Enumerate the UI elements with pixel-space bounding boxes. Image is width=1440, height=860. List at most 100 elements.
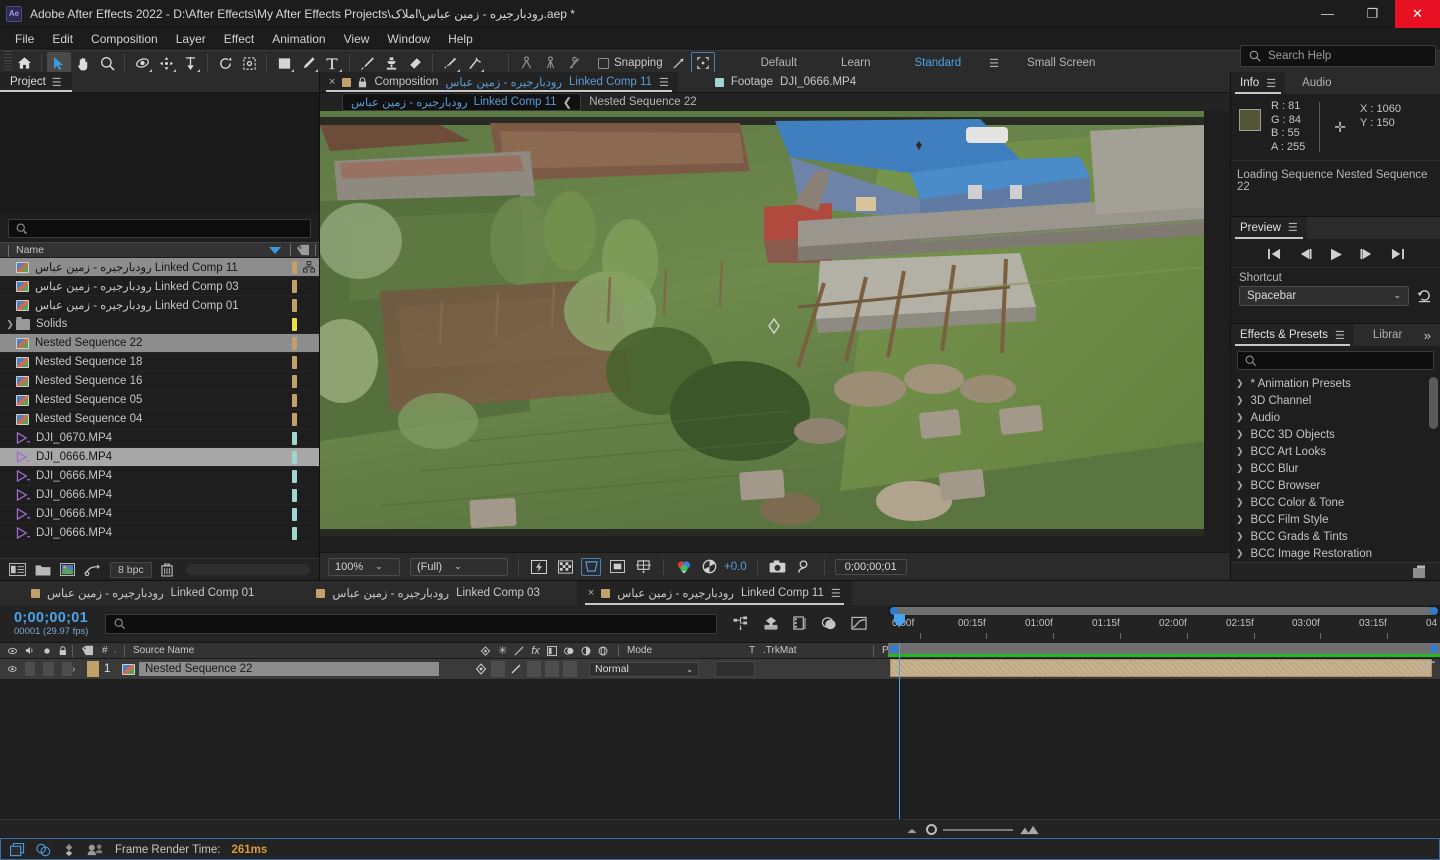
- effects-category-item[interactable]: ❯ BCC Film Style: [1231, 511, 1440, 528]
- menu-composition[interactable]: Composition: [82, 28, 167, 50]
- sync-settings-icon[interactable]: [36, 843, 51, 857]
- project-item[interactable]: ❯ Solids: [0, 315, 319, 334]
- project-item-label-color[interactable]: [292, 526, 297, 540]
- playhead-indicator[interactable]: [894, 614, 905, 819]
- menu-help[interactable]: Help: [439, 28, 482, 50]
- first-frame-icon[interactable]: [1267, 248, 1282, 260]
- disclosure-triangle-icon[interactable]: ❯: [1236, 412, 1244, 423]
- selection-tool-icon[interactable]: [47, 52, 71, 74]
- project-item[interactable]: Nested Sequence 16: [0, 372, 319, 391]
- tab-libraries[interactable]: Librar: [1364, 324, 1411, 346]
- project-item[interactable]: DJI_0670.MP4: [0, 429, 319, 448]
- zoom-slider-knob[interactable]: [926, 824, 937, 835]
- timeline-tab-linked-comp-11[interactable]: × رودبارجیره - زمین عباس Linked Comp 11 …: [576, 581, 852, 605]
- workspace-standard[interactable]: Standard: [892, 54, 983, 72]
- disclosure-triangle-icon[interactable]: ❯: [4, 319, 16, 330]
- effects-category-item[interactable]: ❯ BCC Color & Tone: [1231, 494, 1440, 511]
- effects-scrollbar[interactable]: [1429, 377, 1438, 429]
- track-settings-icon[interactable]: [1422, 657, 1436, 671]
- timeline-track-area[interactable]: [888, 614, 1440, 819]
- timeline-zoom-slider[interactable]: [904, 824, 1039, 835]
- disclosure-triangle-icon[interactable]: ❯: [1236, 395, 1244, 406]
- workspace-learn[interactable]: Learn: [819, 54, 892, 72]
- bits-per-channel-button[interactable]: 8 bpc: [110, 561, 152, 578]
- project-item-label-color[interactable]: [292, 279, 297, 293]
- project-item[interactable]: رودبارجیره - زمین عباس Linked Comp 11: [0, 258, 319, 277]
- composition-viewer[interactable]: [320, 111, 1230, 552]
- hand-tool-icon[interactable]: [71, 52, 95, 74]
- preview-panel-menu-icon[interactable]: ☰: [1288, 221, 1298, 234]
- disclosure-triangle-icon[interactable]: ❯: [1236, 429, 1244, 440]
- brush-tool-icon[interactable]: [355, 52, 379, 74]
- show-snapshot-icon[interactable]: [794, 558, 814, 576]
- anchor-point-tool-icon[interactable]: [237, 52, 261, 74]
- workspace-menu-icon[interactable]: ☰: [983, 57, 1005, 70]
- pen-tool-icon[interactable]: [296, 52, 320, 74]
- project-item-label-color[interactable]: [292, 450, 297, 464]
- project-settings-icon[interactable]: [84, 563, 101, 576]
- menu-window[interactable]: Window: [378, 28, 439, 50]
- previous-frame-icon[interactable]: [1298, 248, 1313, 260]
- effects-category-item[interactable]: ❯ BCC 3D Objects: [1231, 426, 1440, 443]
- orbit-tool-icon[interactable]: [130, 52, 154, 74]
- project-item-label-color[interactable]: [292, 507, 297, 521]
- effects-category-item[interactable]: ❯ BCC Blur: [1231, 460, 1440, 477]
- composition-panel-menu-icon[interactable]: ☰: [659, 76, 669, 89]
- menu-view[interactable]: View: [335, 28, 379, 50]
- project-item[interactable]: Nested Sequence 05: [0, 391, 319, 410]
- timeline-panel-menu-icon[interactable]: ☰: [831, 587, 841, 600]
- search-help-input[interactable]: Search Help: [1240, 45, 1436, 67]
- snapping-checkbox[interactable]: [598, 57, 609, 69]
- snapshot-icon[interactable]: [768, 558, 788, 576]
- project-item-label-color[interactable]: [292, 431, 297, 445]
- workspace-default[interactable]: Default: [739, 54, 819, 72]
- workspace-small-screen[interactable]: Small Screen: [1005, 54, 1117, 72]
- last-frame-icon[interactable]: [1390, 248, 1405, 260]
- align-left-icon[interactable]: [514, 52, 538, 74]
- timeline-current-time[interactable]: 0;00;00;01 00001 (29.97 fps): [0, 610, 105, 637]
- effects-category-item[interactable]: ❯ Audio: [1231, 409, 1440, 426]
- tab-effects-presets[interactable]: Effects & Presets ☰: [1231, 324, 1354, 346]
- puppet-icon[interactable]: [62, 843, 76, 857]
- align-right-icon[interactable]: [562, 52, 586, 74]
- effects-overflow-icon[interactable]: »: [1415, 324, 1440, 346]
- dolly-tool-icon[interactable]: [178, 52, 202, 74]
- effects-category-item[interactable]: ❯ 3D Channel: [1231, 392, 1440, 409]
- tab-project[interactable]: Project ☰: [0, 72, 72, 92]
- transparency-grid-icon[interactable]: [555, 558, 575, 576]
- snap-arrow-icon[interactable]: [667, 52, 691, 74]
- project-item[interactable]: Nested Sequence 18: [0, 353, 319, 372]
- interpret-footage-icon[interactable]: [9, 563, 26, 576]
- project-item-label-color[interactable]: [292, 393, 297, 407]
- zoom-in-icon[interactable]: [1019, 824, 1039, 835]
- chevron-left-icon[interactable]: ❮: [563, 95, 573, 109]
- effects-search-input[interactable]: [1237, 351, 1434, 370]
- puppet-pin-tool-icon[interactable]: [462, 52, 486, 74]
- menu-animation[interactable]: Animation: [263, 28, 334, 50]
- mask-visibility-icon[interactable]: [607, 558, 627, 576]
- timeline-ruler[interactable]: 0;00f00:15f01:00f01:15f02:00f02:15f03:00…: [888, 605, 1440, 643]
- effects-category-item[interactable]: ❯ BCC Grads & Tints: [1231, 528, 1440, 545]
- work-area-bar-top[interactable]: [888, 605, 1440, 616]
- new-composition-icon[interactable]: [60, 563, 75, 576]
- timeline-search-input[interactable]: [105, 613, 717, 634]
- resolution-select[interactable]: (Full) ⌄: [410, 557, 508, 576]
- project-item-list[interactable]: رودبارجیره - زمین عباس Linked Comp 11 رود…: [0, 258, 319, 558]
- toggle-guides-icon[interactable]: [633, 558, 653, 576]
- project-zoom-slider[interactable]: [185, 564, 310, 575]
- effects-category-item[interactable]: ❯ * Animation Presets: [1231, 375, 1440, 392]
- disclosure-triangle-icon[interactable]: ❯: [1236, 463, 1244, 474]
- tab-audio[interactable]: Audio: [1293, 72, 1340, 94]
- project-item[interactable]: DJI_0666.MP4: [0, 448, 319, 467]
- project-item-label-color[interactable]: [292, 260, 297, 274]
- draft-3d-icon[interactable]: [763, 616, 779, 631]
- effects-category-item[interactable]: ❯ BCC Browser: [1231, 477, 1440, 494]
- project-item[interactable]: DJI_0666.MP4: [0, 467, 319, 486]
- exposure-icon[interactable]: [700, 558, 718, 576]
- magnification-select[interactable]: 100% ⌄: [328, 557, 400, 576]
- align-center-icon[interactable]: [538, 52, 562, 74]
- close-button[interactable]: ✕: [1395, 0, 1440, 28]
- effects-category-item[interactable]: ❯ BCC Image Restoration: [1231, 545, 1440, 562]
- new-folder-icon[interactable]: [35, 563, 51, 576]
- project-item[interactable]: Nested Sequence 22: [0, 334, 319, 353]
